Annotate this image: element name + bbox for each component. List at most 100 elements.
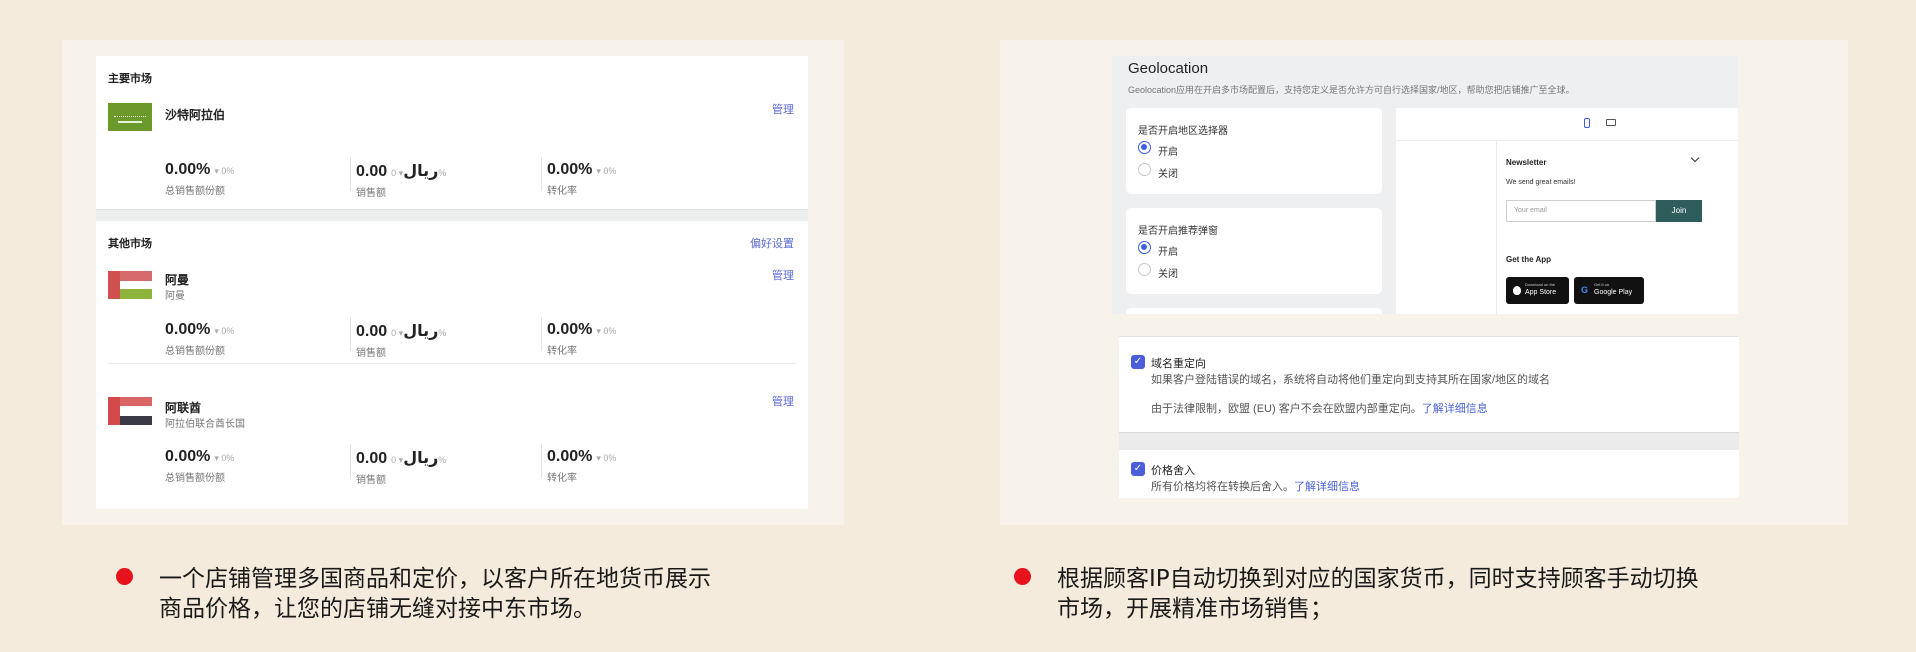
metric-label: 转化率 [547, 186, 577, 197]
recommend-popup-card: 是否开启推荐弹窗 开启 关闭 [1126, 208, 1382, 294]
metric-conversion: 0.00% ▾ 0% 转化率 [547, 161, 616, 197]
metric-sales: 0.00ريال▾ 0% 销售额 [356, 161, 446, 199]
oman-flag [108, 271, 152, 299]
caption-line: 商品价格，让您的店铺无缝对接中东市场。 [159, 596, 596, 622]
metric-conversion: 0.00% ▾ 0% 转化率 [547, 321, 616, 357]
metric-divider [350, 317, 351, 351]
google-play-small-text: Get it on [1594, 282, 1610, 287]
apple-icon [1513, 286, 1521, 295]
chevron-down-icon[interactable] [1690, 153, 1700, 163]
app-store-button[interactable]: Download on the App Store [1506, 277, 1569, 304]
google-play-button[interactable]: G Get it on Google Play [1574, 277, 1644, 304]
price-rounding-card: ✓ 价格舍入 所有价格均将在转换后舍入。了解详细信息 [1119, 450, 1739, 498]
domain-redirect-note-line: 由于法律限制，欧盟 (EU) 客户不会在欧盟内部重定向。了解详细信息 [1151, 400, 1488, 416]
saudi-flag-calligraphy [114, 109, 146, 117]
domain-redirect-desc: 如果客户登陆错误的域名，系统将自动将他们重定向到支持其所在国家/地区的域名 [1151, 374, 1551, 386]
price-rounding-desc-line: 所有价格均将在转换后舍入。了解详细信息 [1151, 478, 1360, 494]
app-store-small-text: Download on the [1525, 282, 1556, 287]
geolocation-description: Geolocation应用在开启多市场配置后，支持您定义是否允许方可自行选择国家… [1128, 85, 1575, 95]
app-store-text: App Store [1525, 289, 1557, 296]
metric-divider [350, 157, 351, 191]
metric-divider [350, 444, 351, 478]
metric-label: 总销售额份额 [165, 346, 225, 357]
learn-more-link[interactable]: 了解详细信息 [1294, 481, 1360, 493]
price-rounding-checkbox[interactable]: ✓ [1131, 462, 1145, 476]
metric-conversion: 0.00% ▾ 0% 转化率 [547, 448, 616, 484]
geolocation-app-area: Geolocation Geolocation应用在开启多市场配置后，支持您定义… [1112, 56, 1738, 314]
desktop-view-icon[interactable] [1606, 119, 1616, 126]
domain-redirect-note: 由于法律限制，欧盟 (EU) 客户不会在欧盟内部重定向。 [1151, 403, 1422, 415]
metric-divider [541, 157, 542, 191]
metric-sales-share: 0.00% ▾ 0% 总销售额份额 [165, 161, 234, 197]
metric-sales-share: 0.00% ▾ 0% 总销售额份额 [165, 448, 234, 484]
email-placeholder: Your email [1514, 207, 1547, 214]
metric-label: 总销售额份额 [165, 186, 225, 197]
market-sub-oman: 阿曼 [165, 291, 185, 302]
saudi-flag [108, 103, 152, 131]
domain-redirect-checkbox[interactable]: ✓ [1131, 355, 1145, 369]
geolocation-title: Geolocation [1128, 60, 1209, 77]
preview-left-rule [1496, 141, 1497, 314]
manage-link-uae[interactable]: 管理 [772, 393, 794, 409]
region-selector-card: 是否开启地区选择器 开启 关闭 [1126, 108, 1382, 194]
join-button[interactable]: Join [1656, 200, 1702, 222]
google-play-text: Google Play [1594, 289, 1633, 296]
preferences-link[interactable]: 偏好设置 [750, 235, 794, 251]
email-input[interactable]: Your email [1506, 200, 1656, 222]
region-selector-question: 是否开启地区选择器 [1138, 126, 1228, 137]
primary-market-card: 主要市场 管理 沙特阿拉伯 0.00% ▾ 0% 总销售额份额 0.00ريال▾… [96, 56, 808, 209]
google-play-icon: G [1581, 285, 1589, 295]
radio-label: 开启 [1158, 147, 1178, 158]
metric-value: 0.00% [165, 321, 211, 338]
caption-line: 根据顾客IP自动切换到对应的国家货币，同时支持顾客手动切换 [1057, 566, 1699, 592]
right-caption: 根据顾客IP自动切换到对应的国家货币，同时支持顾客手动切换 市场，开展精准市场销… [1057, 564, 1699, 624]
metric-delta: ▾ 0% [596, 326, 617, 336]
metric-label: 销售额 [356, 475, 386, 486]
newsletter-title: Newsletter [1506, 158, 1547, 167]
metric-value: 0.00% [165, 161, 211, 178]
recommend-popup-question: 是否开启推荐弹窗 [1138, 226, 1218, 237]
metric-sales-share: 0.00% ▾ 0% 总销售额份额 [165, 321, 234, 357]
metric-label: 销售额 [356, 188, 386, 199]
radio-label: 开启 [1158, 247, 1178, 258]
radio-label: 关闭 [1158, 169, 1178, 180]
metric-delta: ▾ 0% [214, 166, 235, 176]
market-name-saudi: 沙特阿拉伯 [165, 108, 226, 122]
manage-link-oman[interactable]: 管理 [772, 267, 794, 283]
mobile-view-icon[interactable] [1584, 118, 1590, 128]
recommend-popup-on-radio[interactable] [1138, 241, 1151, 254]
radio-label: 关闭 [1158, 269, 1178, 280]
metric-label: 转化率 [547, 346, 577, 357]
learn-more-link[interactable]: 了解详细信息 [1422, 403, 1488, 415]
metric-delta: ▾ 0% [596, 453, 617, 463]
markets-screenshot-panel: 主要市场 管理 沙特阿拉伯 0.00% ▾ 0% 总销售额份额 0.00ريال▾… [62, 40, 844, 525]
metric-label: 转化率 [547, 473, 577, 484]
preview-pane: Newsletter We send great emails! Your em… [1396, 108, 1738, 314]
metric-value: 0.00% [165, 448, 211, 465]
newsletter-tagline: We send great emails! [1506, 179, 1576, 186]
uae-flag [108, 397, 152, 425]
metric-value: 0.00% [547, 448, 593, 465]
caption-line: 市场，开展精准市场销售； [1057, 596, 1333, 622]
market-sub-uae: 阿拉伯联合酋长国 [165, 419, 245, 430]
market-name-oman: 阿曼 [165, 273, 190, 287]
metric-value: 0.00% [547, 161, 593, 178]
region-selector-off-radio[interactable] [1138, 163, 1151, 176]
recommend-popup-off-radio[interactable] [1138, 263, 1151, 276]
preview-divider [1396, 140, 1738, 141]
metric-label: 销售额 [356, 348, 386, 359]
manage-link-saudi[interactable]: 管理 [772, 101, 794, 117]
market-divider [108, 363, 796, 364]
metric-delta: ▾ 0% [214, 326, 235, 336]
bullet-dot [1014, 568, 1031, 585]
price-rounding-desc: 所有价格均将在转换后舍入。 [1151, 481, 1294, 493]
price-rounding-title: 价格舍入 [1151, 465, 1195, 477]
region-selector-on-radio[interactable] [1138, 141, 1151, 154]
next-card-edge [1126, 308, 1382, 314]
primary-market-title: 主要市场 [108, 73, 152, 85]
saudi-flag-sword [118, 121, 142, 123]
other-markets-card: 其他市场 偏好设置 管理 阿曼 阿曼 0.00% ▾ 0% 总销售额份额 0.00… [96, 221, 808, 509]
left-caption: 一个店铺管理多国商品和定价，以客户所在地货币展示 商品价格，让您的店铺无缝对接中… [159, 564, 711, 624]
caption-line: 一个店铺管理多国商品和定价，以客户所在地货币展示 [159, 566, 711, 592]
metric-sales: 0.00ريال▾ 0% 销售额 [356, 321, 446, 359]
